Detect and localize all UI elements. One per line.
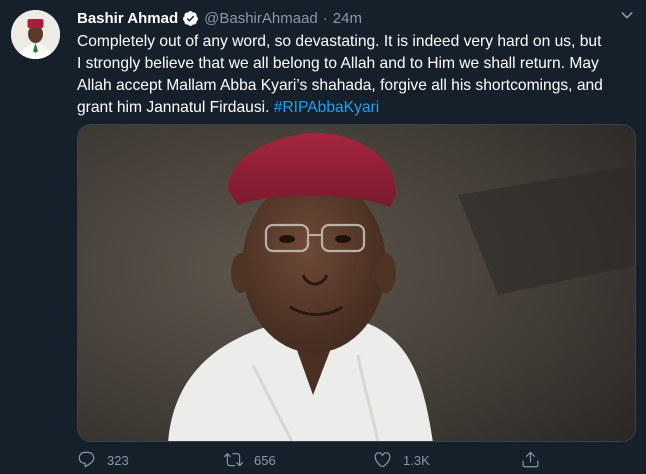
- retweet-icon: [224, 450, 243, 472]
- tweet-text: Completely out of any word, so devastati…: [77, 31, 642, 119]
- chevron-down-icon: [619, 7, 635, 28]
- retweet-button[interactable]: 656: [224, 447, 276, 474]
- share-icon: [521, 450, 540, 472]
- avatar[interactable]: [11, 10, 60, 59]
- tweet-header: Bashir Ahmad @BashirAhmaad · 24m: [77, 7, 362, 29]
- like-count: 1.3K: [403, 453, 430, 468]
- retweet-count: 656: [254, 453, 276, 468]
- like-button[interactable]: 1.3K: [373, 447, 430, 474]
- share-button[interactable]: [521, 447, 540, 474]
- hashtag-link[interactable]: #RIPAbbaKyari: [274, 99, 379, 116]
- separator-dot: ·: [322, 9, 328, 27]
- like-icon: [373, 450, 392, 472]
- tweet-photo[interactable]: [77, 124, 636, 442]
- reply-icon: [77, 450, 96, 472]
- tweet[interactable]: Bashir Ahmad @BashirAhmaad · 24m Complet…: [0, 0, 646, 474]
- reply-button[interactable]: 323: [77, 447, 129, 474]
- verified-badge-icon: [182, 10, 199, 27]
- display-name[interactable]: Bashir Ahmad: [77, 10, 178, 27]
- tweet-options-button[interactable]: [612, 2, 642, 32]
- tweet-actions: 323 656 1.3K: [0, 447, 646, 474]
- reply-count: 323: [107, 453, 129, 468]
- timestamp[interactable]: 24m: [333, 10, 362, 27]
- user-handle[interactable]: @BashirAhmaad: [204, 10, 318, 27]
